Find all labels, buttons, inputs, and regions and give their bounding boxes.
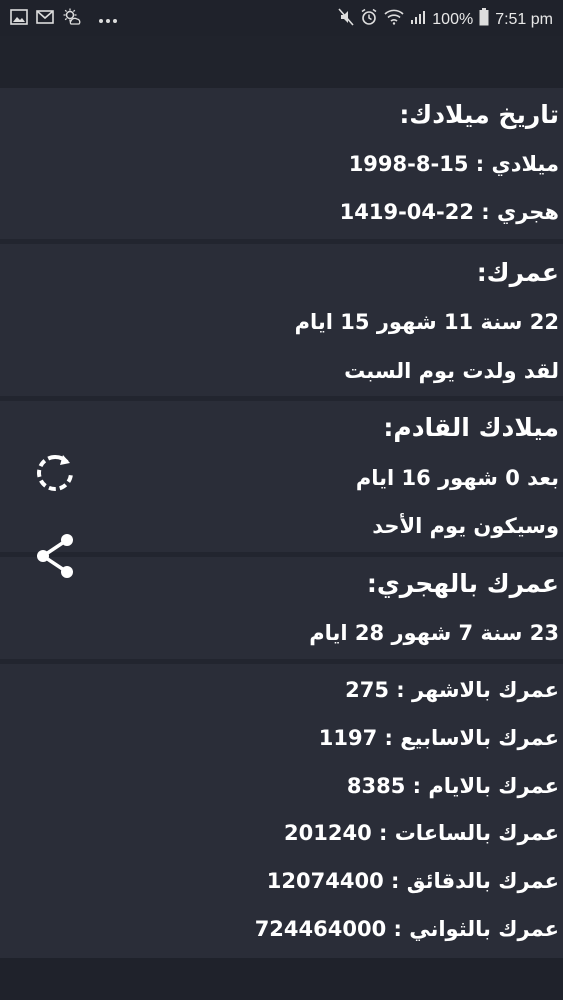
next-birthday-remaining: بعد 0 شهور 16 ايام	[355, 466, 559, 490]
more-dots-icon	[98, 11, 118, 29]
signal-icon	[410, 9, 426, 30]
share-button[interactable]	[30, 533, 80, 583]
hijri-age-title: عمرك بالهجري:	[366, 569, 559, 598]
age-in-months: عمرك بالاشهر : 275	[345, 678, 559, 702]
section-divider	[0, 659, 563, 664]
age-duration: 22 سنة 11 شهور 15 ايام	[294, 310, 559, 334]
birth-date-title: تاريخ ميلادك:	[399, 100, 559, 129]
status-right-icons: 100% 7:51 pm	[338, 8, 553, 31]
next-birthday-day: وسيكون يوم الأحد	[372, 514, 559, 538]
section-divider	[0, 396, 563, 401]
next-birthday-title: ميلادك القادم:	[383, 413, 559, 442]
age-in-minutes: عمرك بالدقائق : 12074400	[266, 869, 559, 893]
age-in-seconds: عمرك بالثواني : 724464000	[254, 917, 559, 941]
battery-icon	[479, 8, 489, 31]
refresh-button[interactable]	[30, 450, 80, 500]
mute-icon	[338, 8, 354, 31]
wifi-icon	[384, 9, 404, 30]
share-icon	[33, 532, 77, 584]
battery-percent: 100%	[432, 10, 474, 28]
image-icon	[10, 9, 28, 30]
section-divider	[0, 552, 563, 557]
refresh-icon	[33, 451, 77, 499]
section-divider	[0, 239, 563, 244]
weather-icon	[62, 8, 82, 31]
bottom-bar	[0, 958, 563, 1000]
age-in-days: عمرك بالايام : 8385	[346, 774, 559, 798]
status-left-icons	[10, 8, 118, 31]
gregorian-date: ميلادي : 15-8-1998	[348, 152, 559, 176]
status-time: 7:51 pm	[495, 10, 553, 28]
hijri-age-duration: 23 سنة 7 شهور 28 ايام	[309, 621, 559, 645]
born-day: لقد ولدت يوم السبت	[344, 359, 559, 383]
age-in-hours: عمرك بالساعات : 201240	[284, 821, 559, 845]
status-bar: 100% 7:51 pm	[0, 0, 563, 36]
age-results-panel: تاريخ ميلادك: ميلادي : 15-8-1998 هجري : …	[0, 88, 563, 958]
age-title: عمرك:	[476, 258, 559, 287]
app-header	[0, 36, 563, 88]
alarm-icon	[360, 8, 378, 31]
hijri-date: هجري : 22-04-1419	[339, 200, 559, 224]
gmail-icon	[36, 9, 54, 30]
age-in-weeks: عمرك بالاسابيع : 1197	[318, 726, 559, 750]
